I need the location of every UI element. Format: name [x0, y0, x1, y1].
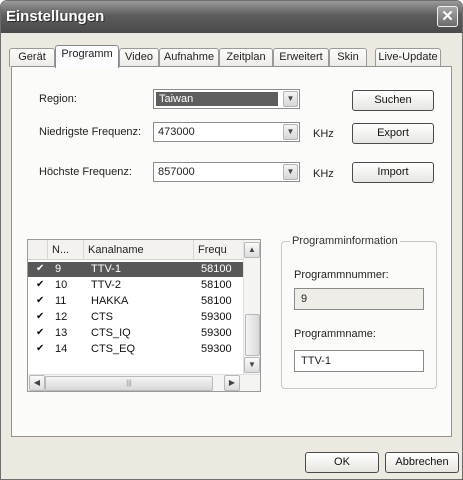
- channel-number: 9: [55, 263, 62, 275]
- channel-frequency: 58100: [201, 263, 232, 275]
- search-button[interactable]: Suchen: [352, 90, 434, 111]
- program-info-group: Programminformation Programmnummer: 9 Pr…: [281, 235, 437, 389]
- region-select[interactable]: Taiwan ▼: [153, 89, 300, 109]
- import-button[interactable]: Import: [352, 162, 434, 183]
- table-row[interactable]: ✔ 14 CTS_EQ 59300: [28, 342, 244, 357]
- tab-live-update[interactable]: Live-Update: [375, 48, 441, 67]
- low-frequency-select[interactable]: 473000 ▼: [153, 122, 300, 142]
- channel-frequency: 58100: [201, 295, 232, 307]
- low-frequency-value: 473000: [158, 126, 195, 138]
- channel-number: 13: [55, 327, 68, 339]
- chevron-right-icon[interactable]: ▶: [224, 375, 240, 391]
- tab-programm[interactable]: Programm: [55, 45, 119, 68]
- chevron-down-icon[interactable]: ▼: [283, 91, 298, 107]
- check-icon[interactable]: ✔: [36, 295, 44, 306]
- channel-frequency: 59300: [201, 327, 232, 339]
- title-bar[interactable]: Einstellungen ✕: [1, 1, 462, 33]
- program-name-field[interactable]: TTV-1: [294, 350, 424, 372]
- check-icon[interactable]: ✔: [36, 327, 44, 338]
- tab-zeitplan[interactable]: Zeitplan: [219, 48, 273, 67]
- vertical-scrollbar[interactable]: ▲ ▼: [243, 240, 260, 374]
- table-row[interactable]: ✔ 13 CTS_IQ 59300: [28, 326, 244, 341]
- high-frequency-label: Höchste Frequenz:: [39, 166, 132, 178]
- chevron-down-icon[interactable]: ▼: [244, 357, 260, 373]
- channel-number: 12: [55, 311, 68, 323]
- chevron-left-icon[interactable]: ◀: [29, 375, 45, 391]
- check-icon[interactable]: ✔: [36, 263, 44, 274]
- horizontal-scroll-thumb[interactable]: |||: [45, 376, 213, 391]
- check-icon[interactable]: ✔: [36, 343, 44, 354]
- channel-list[interactable]: N... Kanalname Frequ ✔ 9 TTV-1 58100 ✔ 1…: [27, 239, 261, 392]
- channel-frequency: 58100: [201, 279, 232, 291]
- program-info-title: Programminformation: [290, 235, 400, 247]
- column-check[interactable]: [28, 240, 48, 260]
- tab-video[interactable]: Video: [119, 48, 159, 67]
- channel-name: CTS_EQ: [91, 343, 136, 355]
- table-row[interactable]: ✔ 10 TTV-2 58100: [28, 278, 244, 293]
- table-row[interactable]: ✔ 12 CTS 59300: [28, 310, 244, 325]
- table-row[interactable]: ✔ 11 HAKKA 58100: [28, 294, 244, 309]
- chevron-down-icon[interactable]: ▼: [283, 164, 298, 180]
- vertical-scroll-thumb[interactable]: [245, 314, 260, 356]
- channel-list-header: N... Kanalname Frequ: [28, 240, 244, 260]
- program-number-label: Programmnummer:: [294, 269, 389, 281]
- ok-button[interactable]: OK: [305, 452, 379, 473]
- channel-name: TTV-2: [91, 279, 121, 291]
- tab-strip: Gerät Programm Video Aufnahme Zeitplan E…: [9, 45, 457, 68]
- tab-geraet[interactable]: Gerät: [9, 48, 55, 67]
- tab-erweitert[interactable]: Erweitert: [273, 48, 329, 67]
- program-number-field: 9: [294, 288, 424, 310]
- channel-number: 10: [55, 279, 68, 291]
- check-icon[interactable]: ✔: [36, 311, 44, 322]
- horizontal-scrollbar[interactable]: ◀ ||| ▶: [28, 374, 260, 391]
- column-channel-name[interactable]: Kanalname: [84, 240, 194, 260]
- high-frequency-unit: KHz: [313, 168, 334, 180]
- low-frequency-label: Niedrigste Frequenz:: [39, 126, 142, 138]
- program-name-label: Programmname:: [294, 328, 376, 340]
- channel-frequency: 59300: [201, 343, 232, 355]
- high-frequency-select[interactable]: 857000 ▼: [153, 162, 300, 182]
- export-button[interactable]: Export: [352, 123, 434, 144]
- region-value: Taiwan: [156, 92, 278, 106]
- channel-name: TTV-1: [91, 263, 121, 275]
- column-frequency[interactable]: Frequ: [194, 240, 244, 260]
- column-number[interactable]: N...: [48, 240, 84, 260]
- settings-window: Einstellungen ✕ Gerät Programm Video Auf…: [0, 0, 463, 480]
- channel-name: CTS: [91, 311, 113, 323]
- high-frequency-value: 857000: [158, 166, 195, 178]
- chevron-up-icon[interactable]: ▲: [244, 242, 260, 258]
- channel-number: 14: [55, 343, 68, 355]
- check-icon[interactable]: ✔: [36, 279, 44, 290]
- close-icon: ✕: [441, 8, 454, 25]
- window-title: Einstellungen: [6, 8, 105, 25]
- close-button[interactable]: ✕: [437, 6, 458, 27]
- low-frequency-unit: KHz: [313, 128, 334, 140]
- table-row[interactable]: ✔ 9 TTV-1 58100: [28, 262, 244, 277]
- channel-frequency: 59300: [201, 311, 232, 323]
- region-label: Region:: [39, 93, 77, 105]
- cancel-button[interactable]: Abbrechen: [385, 452, 459, 473]
- tab-aufnahme[interactable]: Aufnahme: [159, 48, 219, 67]
- channel-name: HAKKA: [91, 295, 129, 307]
- channel-number: 11: [55, 295, 67, 307]
- chevron-down-icon[interactable]: ▼: [283, 124, 298, 140]
- channel-name: CTS_IQ: [91, 327, 131, 339]
- tab-skin[interactable]: Skin: [329, 48, 367, 67]
